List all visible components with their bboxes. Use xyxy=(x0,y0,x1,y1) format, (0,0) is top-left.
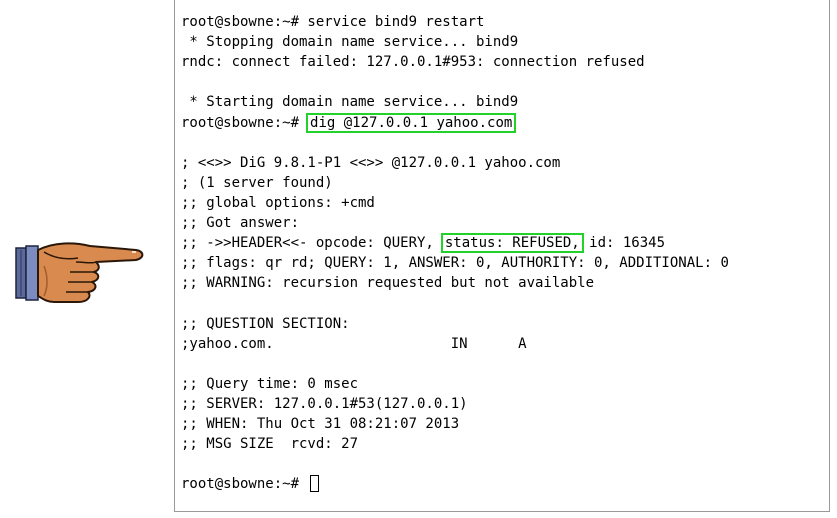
terminal-line: ;; WARNING: recursion requested but not … xyxy=(181,275,595,291)
terminal-line: ; <<>> DiG 9.8.1-P1 <<>> @127.0.0.1 yaho… xyxy=(181,155,561,171)
dig-command-highlight: dig @127.0.0.1 yahoo.com xyxy=(306,113,517,133)
dig-prompt: root@sbowne:~# xyxy=(181,115,300,131)
dig-command-line: root@sbowne:~# dig @127.0.0.1 yahoo.com xyxy=(181,113,517,133)
terminal-line: ;; Query time: 0 msec xyxy=(181,376,359,392)
terminal-line: ;; Got answer: xyxy=(181,215,300,231)
terminal-line: ;; global options: +cmd xyxy=(181,195,375,211)
terminal-line: root@sbowne:~# service bind9 restart xyxy=(181,14,485,30)
text-cursor[interactable] xyxy=(310,475,320,492)
terminal-line: * Starting domain name service... bind9 xyxy=(181,94,519,110)
terminal-line: ;; flags: qr rd; QUERY: 1, ANSWER: 0, AU… xyxy=(181,255,729,271)
terminal-line: ;; MSG SIZE rcvd: 27 xyxy=(181,436,359,452)
status-refused-highlight: status: REFUSED, xyxy=(440,233,584,253)
header-prefix: ;; ->>HEADER<<- opcode: QUERY, xyxy=(181,235,434,251)
shell-prompt: root@sbowne:~# xyxy=(181,476,308,492)
header-id: id: 16345 xyxy=(580,235,666,251)
header-line: ;; ->>HEADER<<- opcode: QUERY, status: RE… xyxy=(181,233,665,253)
terminal-line: ; (1 server found) xyxy=(181,175,333,191)
terminal-line: rndc: connect failed: 127.0.0.1#953: con… xyxy=(181,54,645,70)
terminal-line: * Stopping domain name service... bind9 xyxy=(181,34,519,50)
slide: root@sbowne:~# service bind9 restart * S… xyxy=(0,0,837,518)
terminal-line: ;yahoo.com. IN A xyxy=(181,336,527,352)
terminal-line: ;; WHEN: Thu Oct 31 08:21:07 2013 xyxy=(181,416,460,432)
terminal-window[interactable]: root@sbowne:~# service bind9 restart * S… xyxy=(174,0,830,512)
terminal-line: ;; QUESTION SECTION: xyxy=(181,316,350,332)
terminal-line: ;; SERVER: 127.0.0.1#53(127.0.0.1) xyxy=(181,396,468,412)
pointing-hand-icon xyxy=(14,236,146,308)
prompt-line[interactable]: root@sbowne:~# xyxy=(181,474,320,494)
